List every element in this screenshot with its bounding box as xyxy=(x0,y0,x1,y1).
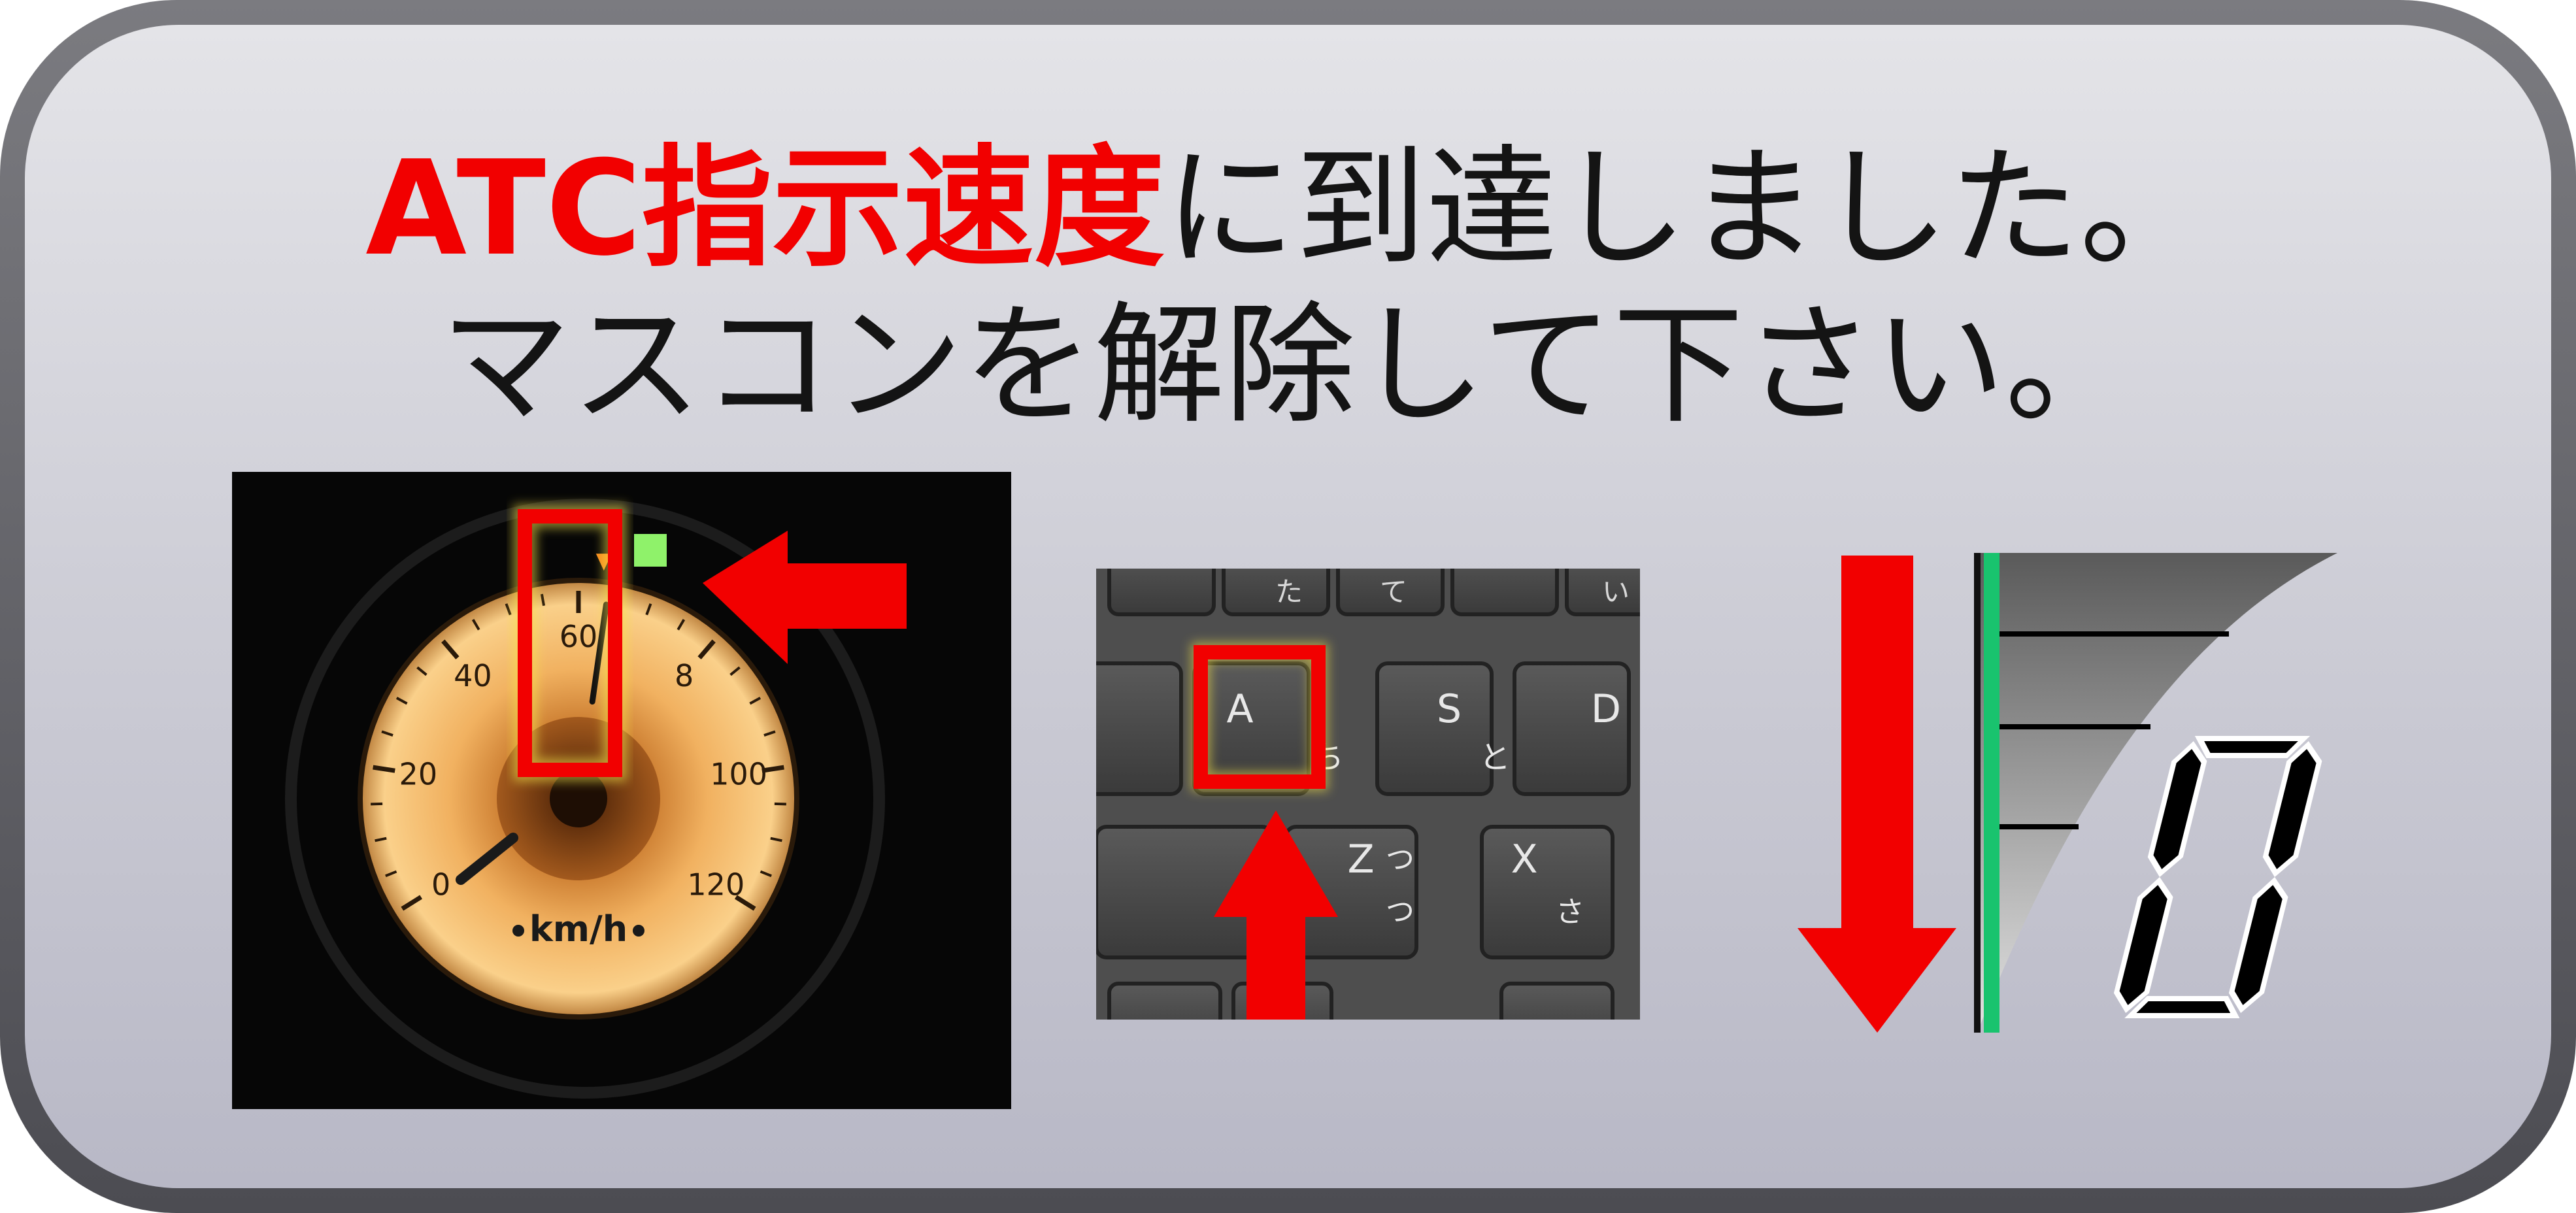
speed-unit-label: km/h xyxy=(529,908,627,950)
key-sublabel: と xyxy=(1479,739,1511,776)
key-label: Z xyxy=(1347,837,1374,882)
key-label: A xyxy=(1226,686,1253,732)
tick-label-40: 40 xyxy=(454,658,492,693)
notch-indicator-illustration xyxy=(1798,553,2337,1033)
key xyxy=(1499,982,1614,1020)
headline-line-1-rest: に到達しました。 xyxy=(1164,133,2211,285)
key xyxy=(1107,569,1216,616)
key-s xyxy=(1375,661,1494,796)
segment-bottom xyxy=(2124,996,2240,1018)
segment-bottom-right xyxy=(2228,876,2288,1014)
green-indicator-lamp xyxy=(634,534,667,567)
key-label: D xyxy=(1591,686,1621,732)
segment-top-right xyxy=(2262,740,2322,878)
key-label: い xyxy=(1602,576,1630,608)
segment-top-left xyxy=(2147,740,2207,878)
headline-highlight: ATC指示速度 xyxy=(365,133,1165,285)
key xyxy=(1107,982,1222,1020)
notch-level-bar xyxy=(1984,553,1999,1033)
key-label: て xyxy=(1380,576,1407,608)
seven-segment-digit xyxy=(2113,736,2322,1018)
key-x xyxy=(1480,825,1614,959)
key xyxy=(1096,661,1183,796)
arrow-down-icon xyxy=(1798,556,1956,1033)
key-sublabel: つ xyxy=(1386,895,1414,929)
unit-dot-left xyxy=(512,925,524,937)
headline-line-2: マスコンを解除して下さい。 xyxy=(440,290,2136,442)
speedometer-illustration: 0 20 40 60 8 100 120 km/h xyxy=(232,472,1011,1109)
key-label: た xyxy=(1275,576,1303,608)
segment-top xyxy=(2194,736,2311,758)
key-sublabel: さ xyxy=(1556,895,1584,929)
key-label: S xyxy=(1437,686,1462,732)
key-row-bottom: Z つ つ X さ xyxy=(1096,825,1614,959)
tick-label-100: 100 xyxy=(710,757,767,792)
tick-label-80: 8 xyxy=(675,658,694,693)
tick-label-60: 60 xyxy=(560,619,598,654)
keyboard-illustration: た て い A ち S と D Z つ つ X さ xyxy=(1096,569,1640,1020)
tick-label-0: 0 xyxy=(431,867,450,902)
unit-dot-right xyxy=(633,925,644,937)
key xyxy=(1450,569,1559,616)
headline-line-1: ATC指示速度に到達しました。 xyxy=(0,131,2576,288)
tick-label-120: 120 xyxy=(687,867,744,902)
tick-label-20: 20 xyxy=(399,757,438,792)
key-sublabel-top: つ xyxy=(1386,843,1414,876)
segment-bottom-left xyxy=(2113,876,2173,1014)
key-label: X xyxy=(1511,837,1537,882)
